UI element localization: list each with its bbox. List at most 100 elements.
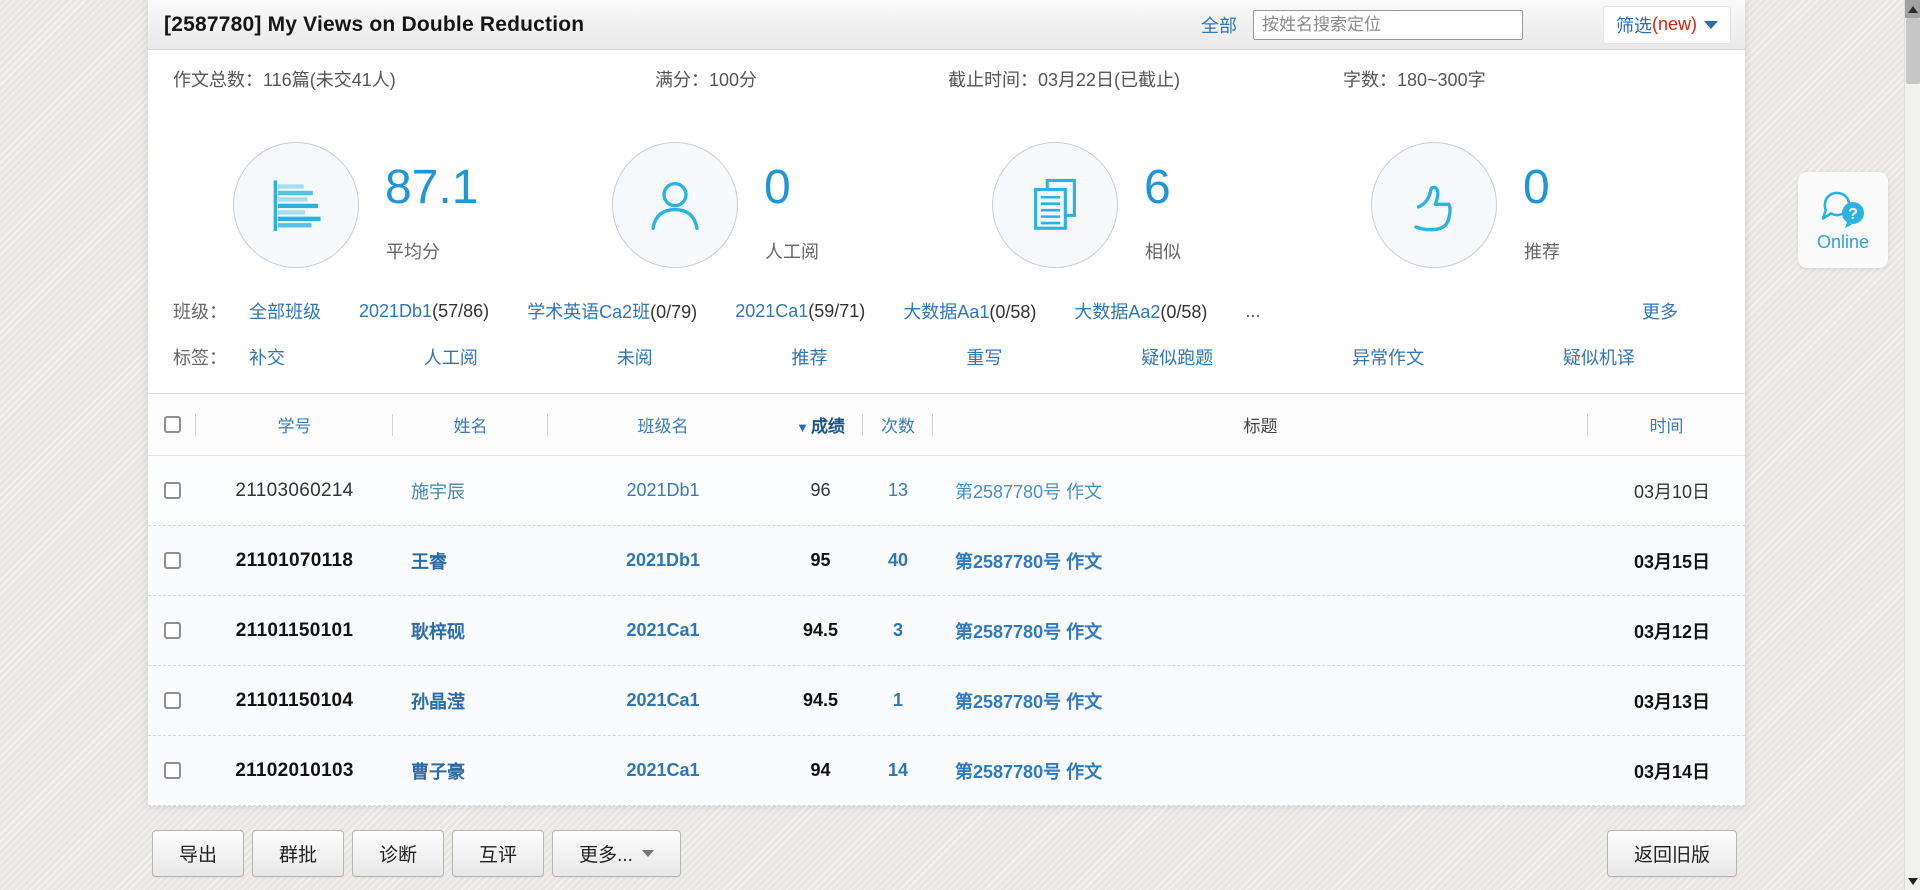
tag-link-machine-translated[interactable]: 疑似机译 bbox=[1563, 344, 1635, 370]
all-link[interactable]: 全部 bbox=[1201, 12, 1237, 38]
manual-review-value: 0 bbox=[764, 164, 791, 212]
class-link[interactable]: 学术英语Ca2班(0/79) bbox=[527, 298, 697, 324]
class-name-link[interactable]: 2021Db1 bbox=[548, 480, 778, 501]
class-link[interactable]: 2021Db1(57/86) bbox=[359, 301, 489, 322]
select-all-checkbox[interactable] bbox=[164, 416, 181, 433]
student-name-link[interactable]: 孙晶滢 bbox=[393, 688, 548, 714]
student-id: 21101150104 bbox=[196, 690, 393, 712]
row-checkbox[interactable] bbox=[164, 762, 181, 779]
header-title: 标题 bbox=[933, 412, 1588, 437]
table-row: 21101150104 孙晶滢 2021Ca1 94.5 1 第2587780号… bbox=[148, 666, 1745, 736]
table-header-row: 学号 姓名 班级名 ▼成绩 次数 标题 时间 bbox=[148, 394, 1745, 456]
class-link[interactable]: 大数据Aa1(0/58) bbox=[903, 298, 1036, 324]
score-value: 94.5 bbox=[778, 620, 863, 641]
student-name-link[interactable]: 王睿 bbox=[393, 548, 548, 574]
stat-circle bbox=[1371, 142, 1497, 268]
submit-date: 03月14日 bbox=[1588, 758, 1745, 784]
class-count: (0/79) bbox=[650, 302, 697, 322]
header-score-sort[interactable]: ▼成绩 bbox=[778, 412, 863, 437]
scroll-up-arrow[interactable] bbox=[1905, 0, 1920, 18]
tag-link-unread[interactable]: 未阅 bbox=[617, 344, 653, 370]
more-classes-link[interactable]: 更多 bbox=[1642, 298, 1678, 324]
header-time[interactable]: 时间 bbox=[1588, 412, 1745, 437]
student-id: 21101070118 bbox=[196, 550, 393, 572]
footer-buttons: 导出 群批 诊断 互评 更多... bbox=[152, 830, 681, 877]
vertical-scrollbar[interactable] bbox=[1904, 0, 1920, 890]
class-count: (57/86) bbox=[432, 301, 489, 321]
student-name-link[interactable]: 耿梓砚 bbox=[393, 618, 548, 644]
summary-word-count-value: 180~300字 bbox=[1397, 70, 1486, 90]
diagnose-button[interactable]: 诊断 bbox=[352, 830, 444, 877]
class-count: (59/71) bbox=[808, 301, 865, 321]
header-student-id[interactable]: 学号 bbox=[196, 412, 393, 437]
header-name[interactable]: 姓名 bbox=[393, 412, 548, 437]
batch-grade-button[interactable]: 群批 bbox=[252, 830, 344, 877]
search-input[interactable] bbox=[1253, 10, 1523, 40]
filter-label: 筛选 bbox=[1616, 12, 1652, 38]
submit-count-link[interactable]: 13 bbox=[863, 480, 933, 501]
score-value: 96 bbox=[778, 480, 863, 501]
student-name-link[interactable]: 曹子豪 bbox=[393, 758, 548, 784]
class-name-link[interactable]: 2021Db1 bbox=[548, 550, 778, 571]
row-checkbox[interactable] bbox=[164, 552, 181, 569]
stat-manual-review: 0 人工阅 bbox=[612, 142, 942, 272]
export-button[interactable]: 导出 bbox=[152, 830, 244, 877]
panel-header: [2587780] My Views on Double Reduction 全… bbox=[148, 0, 1745, 50]
essay-table: 学号 姓名 班级名 ▼成绩 次数 标题 时间 21103060214 施宇辰 2… bbox=[148, 393, 1745, 806]
filter-dropdown[interactable]: 筛选 (new) bbox=[1603, 6, 1731, 44]
summary-total-value: 116篇(未交41人) bbox=[263, 70, 396, 90]
filter-new-badge: (new) bbox=[1652, 14, 1697, 35]
average-score-value: 87.1 bbox=[385, 164, 478, 212]
row-checkbox[interactable] bbox=[164, 482, 181, 499]
class-name: 全部班级 bbox=[249, 302, 321, 322]
tag-link-rewrite[interactable]: 重写 bbox=[966, 344, 1002, 370]
online-label: Online bbox=[1817, 232, 1869, 253]
tag-link-manual-review[interactable]: 人工阅 bbox=[424, 344, 478, 370]
tags-label: 标签： bbox=[173, 344, 227, 370]
stat-similar: 6 相似 bbox=[992, 142, 1322, 272]
essay-title-link[interactable]: 第2587780号 作文 bbox=[933, 548, 1588, 574]
manual-review-label: 人工阅 bbox=[765, 238, 819, 264]
tag-link-recommended[interactable]: 推荐 bbox=[792, 344, 828, 370]
class-link-all[interactable]: 全部班级 bbox=[249, 298, 321, 324]
essay-title-link[interactable]: 第2587780号 作文 bbox=[933, 688, 1588, 714]
average-score-label: 平均分 bbox=[386, 238, 440, 264]
class-link[interactable]: 大数据Aa2(0/58) bbox=[1074, 298, 1207, 324]
class-name-link[interactable]: 2021Ca1 bbox=[548, 620, 778, 641]
peer-review-button[interactable]: 互评 bbox=[452, 830, 544, 877]
select-all-cell bbox=[148, 416, 196, 433]
tag-link-abnormal[interactable]: 异常作文 bbox=[1352, 344, 1424, 370]
header-class-name[interactable]: 班级名 bbox=[548, 412, 778, 437]
sort-desc-icon: ▼ bbox=[796, 420, 809, 435]
tag-link-off-topic[interactable]: 疑似跑题 bbox=[1141, 344, 1213, 370]
checkbox-cell bbox=[148, 622, 196, 639]
summary-full-score-label: 满分： bbox=[655, 70, 709, 90]
submit-count-link[interactable]: 3 bbox=[863, 620, 933, 641]
essay-title-link[interactable]: 第2587780号 作文 bbox=[933, 618, 1588, 644]
student-name-link[interactable]: 施宇辰 bbox=[393, 478, 548, 504]
submit-count-link[interactable]: 14 bbox=[863, 760, 933, 781]
class-name: 大数据Aa2 bbox=[1074, 302, 1160, 322]
tag-link-resubmit[interactable]: 补交 bbox=[249, 344, 285, 370]
class-name: 大数据Aa1 bbox=[903, 302, 989, 322]
class-name-link[interactable]: 2021Ca1 bbox=[548, 760, 778, 781]
stat-circle bbox=[992, 142, 1118, 268]
scrollbar-thumb[interactable] bbox=[1906, 18, 1920, 84]
row-checkbox[interactable] bbox=[164, 692, 181, 709]
submit-date: 03月12日 bbox=[1588, 618, 1745, 644]
submit-count-link[interactable]: 1 bbox=[863, 690, 933, 711]
recommended-value: 0 bbox=[1523, 164, 1550, 212]
header-count[interactable]: 次数 bbox=[863, 412, 933, 437]
scroll-down-arrow[interactable] bbox=[1905, 872, 1920, 890]
similar-label: 相似 bbox=[1145, 238, 1181, 264]
page-title: [2587780] My Views on Double Reduction bbox=[164, 13, 584, 37]
online-support-widget[interactable]: ? Online bbox=[1798, 172, 1888, 268]
essay-title-link[interactable]: 第2587780号 作文 bbox=[933, 478, 1588, 504]
row-checkbox[interactable] bbox=[164, 622, 181, 639]
class-name-link[interactable]: 2021Ca1 bbox=[548, 690, 778, 711]
more-actions-button[interactable]: 更多... bbox=[552, 830, 681, 877]
back-to-old-version-button[interactable]: 返回旧版 bbox=[1607, 830, 1737, 877]
class-link[interactable]: 2021Ca1(59/71) bbox=[735, 301, 865, 322]
submit-count-link[interactable]: 40 bbox=[863, 550, 933, 571]
essay-title-link[interactable]: 第2587780号 作文 bbox=[933, 758, 1588, 784]
